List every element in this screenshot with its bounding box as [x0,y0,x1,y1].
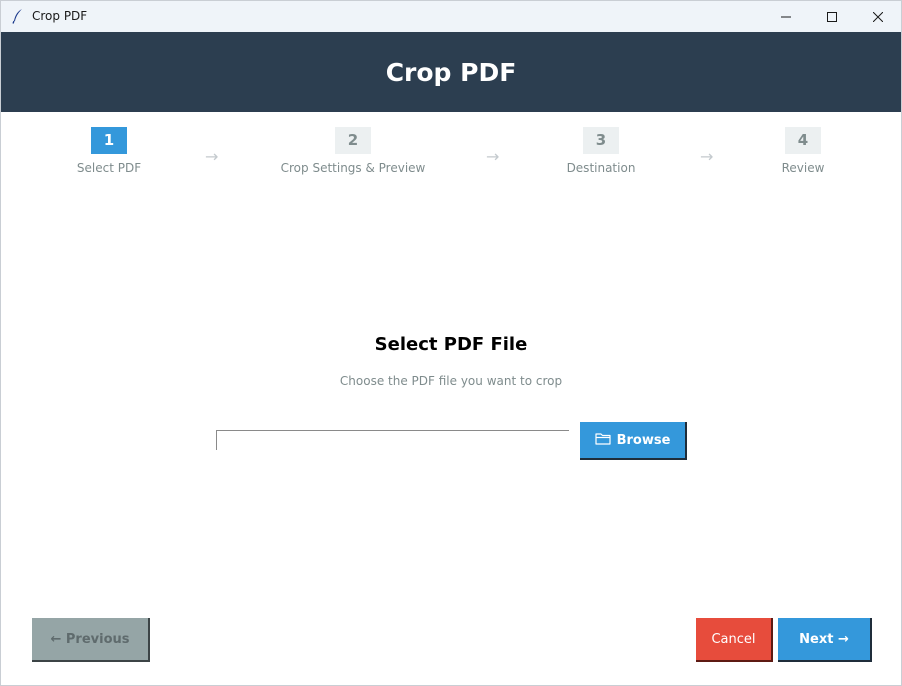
step-label: Select PDF [76,161,142,175]
step-destination: 3 Destination [551,127,651,175]
step-arrow-icon: → [700,147,714,166]
title-bar[interactable]: Crop PDF [1,1,901,32]
step-arrow-icon: → [486,147,500,166]
step-select-pdf: 1 Select PDF [59,127,159,175]
section-title: Select PDF File [374,334,528,355]
folder-icon [594,432,611,449]
step-number: 4 [785,127,821,154]
browse-label: Browse [616,432,671,448]
step-arrow-icon: → [205,147,219,166]
close-icon [872,7,884,26]
step-number: 1 [91,127,127,154]
step-number: 2 [335,127,371,154]
step-crop-settings: 2 Crop Settings & Preview [273,127,433,175]
step-review: 4 Review [763,127,843,175]
window-title: Crop PDF [32,9,88,23]
step-label: Review [781,161,825,175]
app-window: Crop PDF Crop PDF 1 Select PDF → 2 Crop … [0,0,902,686]
close-button[interactable] [855,1,901,32]
file-path-input[interactable] [216,430,569,450]
minimize-icon [781,7,791,26]
maximize-button[interactable] [809,1,855,32]
next-button[interactable]: Next → [778,618,872,662]
maximize-icon [827,7,837,26]
step-label: Destination [566,161,636,175]
app-header: Crop PDF [1,32,901,112]
previous-button[interactable]: ← Previous [32,618,150,662]
step-label: Crop Settings & Preview [280,161,426,175]
browse-button[interactable]: Browse [580,422,687,460]
header-title: Crop PDF [385,57,517,87]
cancel-button[interactable]: Cancel [696,618,773,662]
feather-icon [11,8,25,24]
step-number: 3 [583,127,619,154]
section-subtitle: Choose the PDF file you want to crop [339,374,563,388]
minimize-button[interactable] [763,1,809,32]
